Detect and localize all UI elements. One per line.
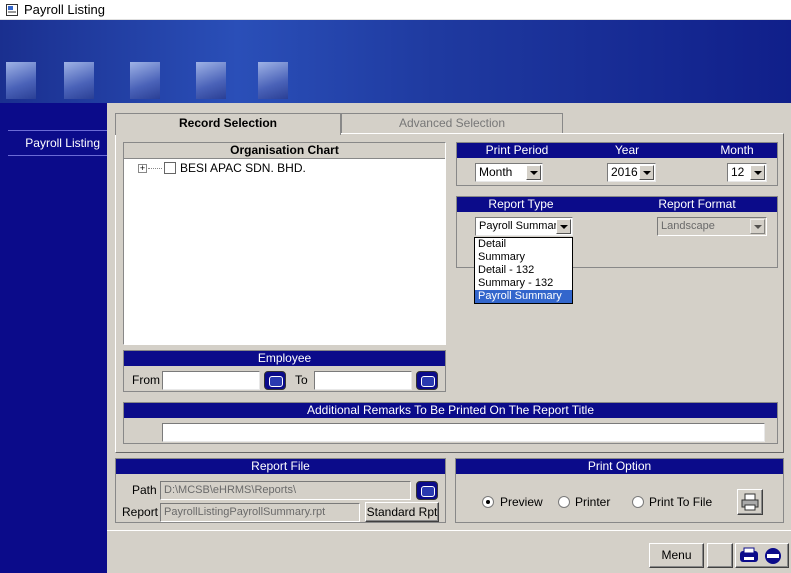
- banner-photo: [6, 62, 36, 99]
- employee-header: Employee: [124, 351, 445, 366]
- radio-preview[interactable]: [482, 496, 494, 508]
- report-type-option[interactable]: Detail - 132: [475, 264, 572, 277]
- month-label: Month: [720, 143, 754, 157]
- sidebar: Payroll Listing: [0, 103, 107, 573]
- browse-path-icon[interactable]: [416, 481, 438, 500]
- window-app-icon: [6, 4, 18, 16]
- report-type-option[interactable]: Summary: [475, 251, 572, 264]
- path-input[interactable]: D:\MCSB\eHRMS\Reports\: [160, 481, 411, 500]
- blank-button[interactable]: [707, 543, 733, 568]
- banner-photo: [196, 62, 226, 99]
- record-selection-panel: Organisation Chart + BESI APAC SDN. BHD.…: [115, 133, 784, 453]
- path-label: Path: [132, 483, 157, 497]
- remarks-header: Additional Remarks To Be Printed On The …: [124, 403, 777, 418]
- tab-record-selection[interactable]: Record Selection: [115, 113, 341, 135]
- chevron-down-icon[interactable]: [750, 165, 765, 180]
- chevron-down-icon[interactable]: [556, 219, 571, 234]
- report-format-value: Landscape: [661, 220, 715, 232]
- footer-bar: Menu: [107, 530, 791, 573]
- org-chart-header: Organisation Chart: [124, 143, 445, 159]
- employee-to-input[interactable]: [314, 371, 412, 390]
- report-file-header: Report File: [116, 459, 445, 474]
- header-banner: [0, 20, 791, 103]
- report-type-label: Report Type: [488, 197, 554, 211]
- report-type-option[interactable]: Summary - 132: [475, 277, 572, 290]
- print-period-select[interactable]: Month: [475, 163, 543, 182]
- radio-print-to-file[interactable]: [632, 496, 644, 508]
- chevron-down-icon[interactable]: [639, 165, 654, 180]
- print-report-icon[interactable]: [739, 547, 759, 565]
- remarks-input[interactable]: [162, 423, 765, 442]
- lookup-to-icon[interactable]: [416, 371, 438, 390]
- radio-printer[interactable]: [558, 496, 570, 508]
- month-value: 12: [731, 165, 745, 179]
- period-panel: Print Period Year Month Month 2016 12: [456, 142, 778, 186]
- report-label: Report: [122, 505, 159, 519]
- org-chart-tree: + BESI APAC SDN. BHD.: [124, 159, 445, 344]
- tree-node-label[interactable]: BESI APAC SDN. BHD.: [180, 161, 306, 175]
- sidebar-item-payroll-listing[interactable]: Payroll Listing: [8, 136, 100, 150]
- to-label: To: [295, 373, 308, 387]
- report-file-input[interactable]: PayrollListingPayrollSummary.rpt: [160, 503, 360, 522]
- print-option-panel: Print Option Preview Printer Print To Fi…: [455, 458, 784, 523]
- title-bar: Payroll Listing: [0, 0, 791, 20]
- standard-rpt-button[interactable]: Standard Rpt: [365, 502, 439, 522]
- sidebar-divider: [8, 130, 107, 131]
- employee-panel: Employee From To: [123, 350, 446, 392]
- month-select[interactable]: 12: [727, 163, 767, 182]
- tree-node-checkbox[interactable]: [164, 162, 176, 174]
- employee-from-input[interactable]: [162, 371, 260, 390]
- lookup-from-icon[interactable]: [264, 371, 286, 390]
- banner-photo: [130, 62, 160, 99]
- remarks-panel: Additional Remarks To Be Printed On The …: [123, 402, 778, 444]
- window-title: Payroll Listing: [24, 2, 105, 17]
- from-label: From: [132, 373, 160, 387]
- report-file-panel: Report File Path D:\MCSB\eHRMS\Reports\ …: [115, 458, 446, 523]
- menu-button[interactable]: Menu: [649, 543, 704, 568]
- sidebar-divider: [8, 155, 107, 156]
- print-button[interactable]: [737, 489, 763, 515]
- report-type-select[interactable]: Payroll Summary: [475, 217, 573, 236]
- banner-photo: [258, 62, 288, 99]
- printer-icon: [741, 493, 759, 511]
- year-label: Year: [614, 143, 640, 157]
- report-format-label: Report Format: [658, 197, 736, 211]
- year-select[interactable]: 2016: [607, 163, 656, 182]
- tree-connector: [148, 168, 162, 169]
- chevron-down-icon[interactable]: [750, 219, 765, 234]
- print-exit-button-group: [735, 543, 789, 568]
- report-type-option[interactable]: Detail: [475, 238, 572, 251]
- tree-expand-toggle[interactable]: +: [138, 164, 147, 173]
- report-type-dropdown[interactable]: Detail Summary Detail - 132 Summary - 13…: [474, 237, 573, 304]
- chevron-down-icon[interactable]: [526, 165, 541, 180]
- tab-advanced-selection[interactable]: Advanced Selection: [341, 113, 563, 133]
- org-chart-panel: Organisation Chart + BESI APAC SDN. BHD.: [123, 142, 446, 345]
- exit-icon[interactable]: [763, 547, 783, 565]
- report-type-option-selected[interactable]: Payroll Summary: [475, 290, 572, 303]
- report-format-select[interactable]: Landscape: [657, 217, 767, 236]
- banner-photo: [64, 62, 94, 99]
- print-option-header: Print Option: [456, 459, 783, 474]
- print-to-file-label[interactable]: Print To File: [649, 495, 712, 509]
- print-period-value: Month: [479, 165, 513, 179]
- print-period-label: Print Period: [485, 143, 549, 157]
- main-area: Record Selection Advanced Selection Orga…: [107, 103, 791, 573]
- preview-label[interactable]: Preview: [500, 495, 543, 509]
- printer-label[interactable]: Printer: [575, 495, 610, 509]
- year-value: 2016: [611, 165, 638, 179]
- report-type-value: Payroll Summary: [479, 220, 563, 232]
